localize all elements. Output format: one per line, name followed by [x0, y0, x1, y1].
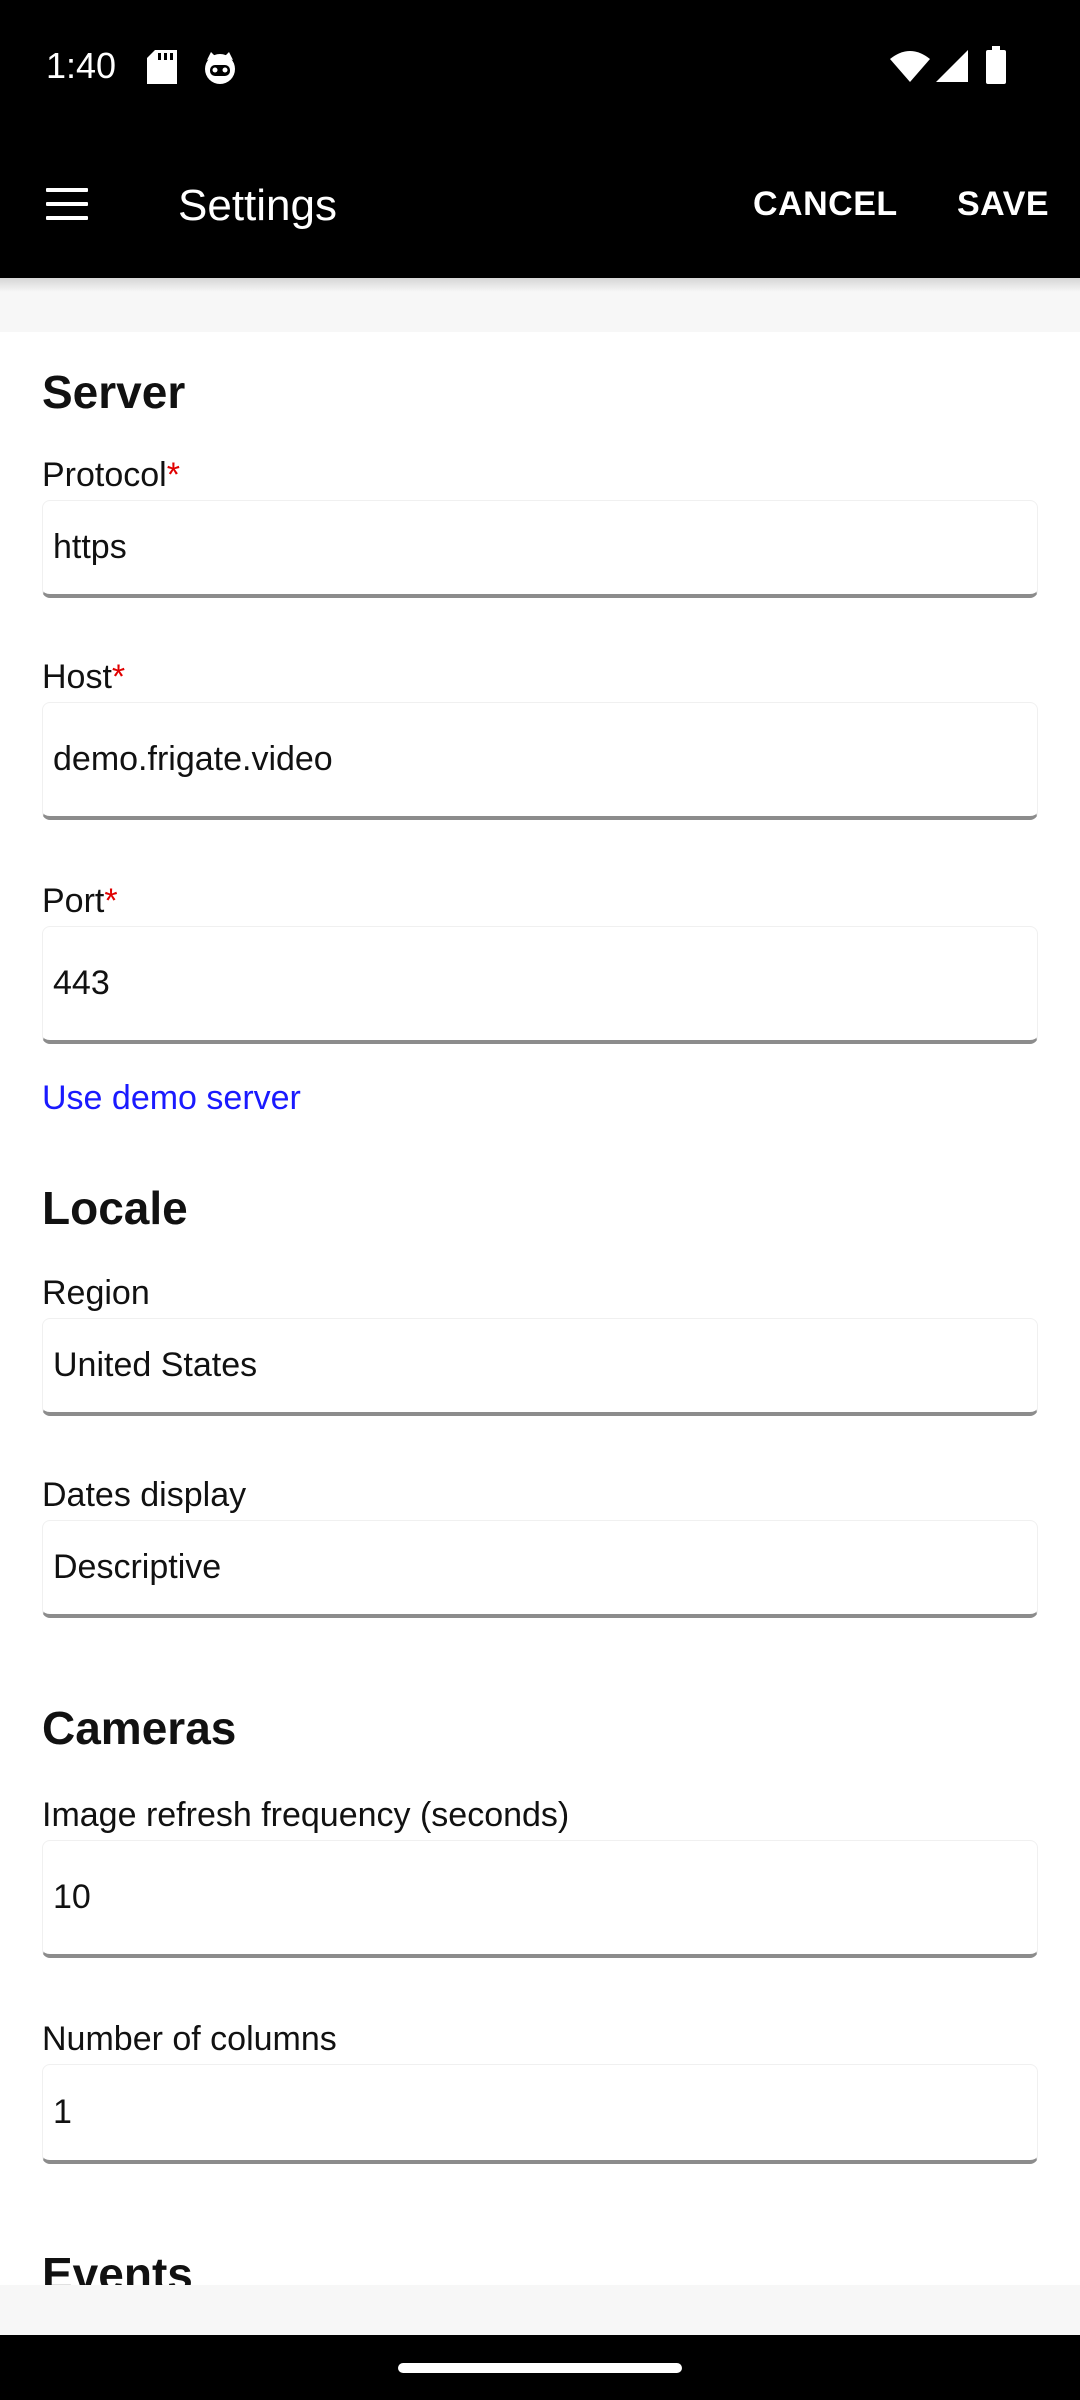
refresh-frequency-label: Image refresh frequency (seconds) [42, 1796, 570, 1834]
hamburger-menu-icon[interactable] [36, 172, 100, 236]
protocol-label: Protocol* [42, 454, 180, 496]
region-select[interactable] [42, 1318, 1038, 1416]
host-label-text: Host [42, 658, 112, 696]
region-label: Region [42, 1274, 150, 1312]
columns-label: Number of columns [42, 2020, 337, 2058]
app-bar-shadow [0, 278, 1080, 292]
cell-signal-icon [936, 50, 968, 82]
port-label: Port* [42, 880, 118, 922]
port-input[interactable] [42, 926, 1038, 1044]
dates-display-select[interactable] [42, 1520, 1038, 1618]
dates-display-label: Dates display [42, 1476, 247, 1514]
section-title-server: Server [42, 366, 186, 418]
protocol-input[interactable] [42, 500, 1038, 598]
save-button[interactable]: SAVE [957, 182, 1049, 226]
required-marker: * [111, 658, 126, 696]
home-gesture-handle[interactable] [398, 2363, 682, 2373]
sd-card-icon [147, 50, 177, 84]
navigation-bar [0, 2335, 1080, 2400]
settings-form: Server Protocol* Host* Port* Use demo se… [0, 332, 1080, 2285]
wifi-icon [890, 51, 930, 82]
port-label-text: Port [42, 882, 105, 920]
section-title-events: Events [42, 2248, 193, 2285]
battery-icon [986, 46, 1006, 84]
status-bar: 1:40 [0, 0, 1080, 130]
cancel-button[interactable]: CANCEL [753, 182, 898, 226]
host-label: Host* [42, 656, 125, 698]
cat-face-icon [205, 52, 235, 84]
status-time: 1:40 [46, 45, 117, 86]
required-marker: * [104, 882, 118, 920]
section-title-cameras: Cameras [42, 1702, 237, 1754]
columns-input[interactable] [42, 2064, 1038, 2164]
page-title: Settings [178, 181, 337, 230]
refresh-frequency-input[interactable] [42, 1840, 1038, 1958]
host-input[interactable] [42, 702, 1038, 820]
settings-screen: 1:40 Settings CANCEL SAVE Server Protoco… [0, 0, 1080, 2400]
section-title-locale: Locale [42, 1182, 188, 1234]
required-marker: * [166, 456, 180, 494]
protocol-label-text: Protocol [42, 456, 167, 494]
app-bar: Settings CANCEL SAVE [0, 130, 1080, 278]
use-demo-server-link[interactable]: Use demo server [42, 1077, 301, 1119]
